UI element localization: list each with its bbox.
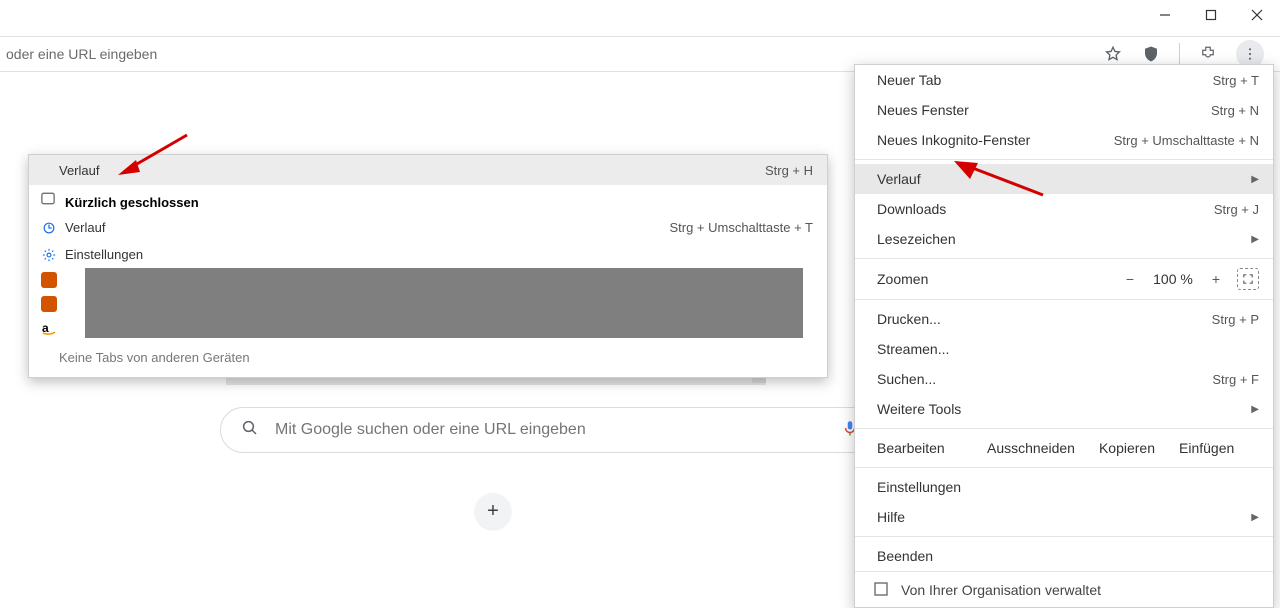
no-other-devices-text: Keine Tabs von anderen Geräten <box>29 340 827 377</box>
recently-closed-heading: Kürzlich geschlossen <box>29 185 827 214</box>
reopen-icon <box>41 220 57 236</box>
recent-item-2[interactable] <box>29 292 827 316</box>
submenu-item-einstellungen[interactable]: Einstellungen <box>29 241 827 268</box>
managed-by-org[interactable]: Von Ihrer Organisation verwaltet <box>855 571 1273 607</box>
recent-item-1[interactable] <box>29 268 827 292</box>
favicon-3: a <box>41 320 57 336</box>
menu-edit-row: Bearbeiten Ausschneiden Kopieren Einfüge… <box>855 433 1273 463</box>
edit-cut[interactable]: Ausschneiden <box>987 440 1075 456</box>
chevron-right-icon: ▶ <box>1251 234 1259 245</box>
svg-text:a: a <box>42 321 49 335</box>
menu-divider <box>855 299 1273 300</box>
chevron-right-icon: ▶ <box>1251 404 1259 415</box>
zoom-out-button[interactable]: − <box>1117 271 1143 287</box>
address-bar-text[interactable]: oder eine URL eingeben <box>6 46 157 62</box>
favicon-2 <box>41 296 57 312</box>
maximize-button[interactable] <box>1188 0 1234 30</box>
menu-more-tools[interactable]: Weitere Tools▶ <box>855 394 1273 424</box>
building-icon <box>873 581 891 599</box>
menu-find[interactable]: Suchen...Strg + F <box>855 364 1273 394</box>
extension-puzzle-icon[interactable] <box>1198 44 1218 64</box>
bookmark-star-icon[interactable] <box>1103 44 1123 64</box>
menu-settings[interactable]: Einstellungen <box>855 472 1273 502</box>
chevron-right-icon: ▶ <box>1251 174 1259 185</box>
window-controls <box>1142 0 1280 30</box>
menu-divider <box>855 428 1273 429</box>
favicon-1 <box>41 272 57 288</box>
zoom-in-button[interactable]: + <box>1203 271 1229 287</box>
menu-divider <box>855 467 1273 468</box>
extension-shield-icon[interactable] <box>1141 44 1161 64</box>
search-placeholder: Mit Google suchen oder eine URL eingeben <box>275 421 586 439</box>
menu-history[interactable]: Verlauf▶ <box>855 164 1273 194</box>
menu-help[interactable]: Hilfe▶ <box>855 502 1273 532</box>
menu-print[interactable]: Drucken...Strg + P <box>855 304 1273 334</box>
new-tab-search-box[interactable]: Mit Google suchen oder eine URL eingeben <box>220 407 880 453</box>
submenu-item-label: Einstellungen <box>65 247 143 262</box>
toolbar-separator <box>1179 43 1180 65</box>
menu-divider <box>855 258 1273 259</box>
edit-label: Bearbeiten <box>877 440 963 456</box>
menu-cast[interactable]: Streamen... <box>855 334 1273 364</box>
menu-exit[interactable]: Beenden <box>855 541 1273 571</box>
menu-downloads[interactable]: DownloadsStrg + J <box>855 194 1273 224</box>
edit-paste[interactable]: Einfügen <box>1179 440 1234 456</box>
minimize-button[interactable] <box>1142 0 1188 30</box>
menu-divider <box>855 536 1273 537</box>
close-button[interactable] <box>1234 0 1280 30</box>
chrome-main-menu: Neuer TabStrg + T Neues FensterStrg + N … <box>854 64 1274 608</box>
menu-bookmarks[interactable]: Lesezeichen▶ <box>855 224 1273 254</box>
submenu-item-label: Verlauf <box>65 220 105 235</box>
menu-new-tab[interactable]: Neuer TabStrg + T <box>855 65 1273 95</box>
gear-icon <box>41 247 57 263</box>
search-icon <box>241 419 259 442</box>
zoom-label: Zoomen <box>877 271 928 287</box>
zoom-value: 100 % <box>1143 271 1203 287</box>
fullscreen-button[interactable] <box>1237 268 1259 290</box>
menu-new-window[interactable]: Neues FensterStrg + N <box>855 95 1273 125</box>
chevron-right-icon: ▶ <box>1251 512 1259 523</box>
menu-zoom-row: Zoomen − 100 % + <box>855 263 1273 295</box>
menu-divider <box>855 159 1273 160</box>
history-submenu: Verlauf Strg + H Kürzlich geschlossen Ve… <box>28 154 828 378</box>
history-submenu-title: Verlauf <box>59 163 99 178</box>
submenu-item-verlauf[interactable]: Verlauf Strg + Umschalttaste + T <box>29 214 827 241</box>
history-shortcut: Strg + H <box>765 163 813 178</box>
history-submenu-header[interactable]: Verlauf Strg + H <box>29 155 827 185</box>
edit-copy[interactable]: Kopieren <box>1099 440 1155 456</box>
add-shortcut-button[interactable]: + <box>475 493 511 529</box>
submenu-item-shortcut: Strg + Umschalttaste + T <box>669 220 813 235</box>
recent-item-3[interactable]: a <box>29 316 827 340</box>
menu-incognito[interactable]: Neues Inkognito-FensterStrg + Umschaltta… <box>855 125 1273 155</box>
